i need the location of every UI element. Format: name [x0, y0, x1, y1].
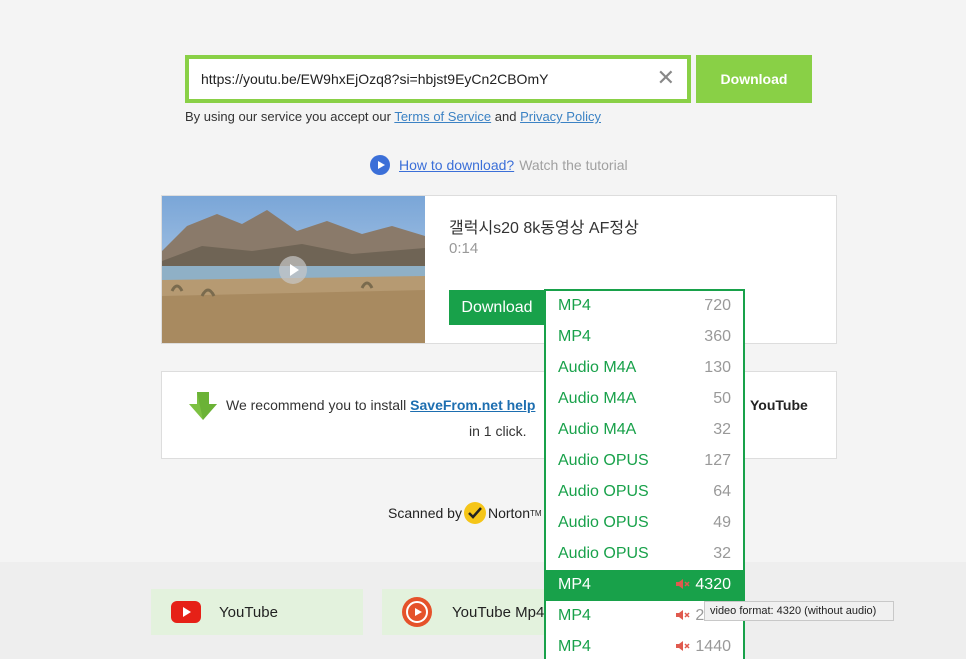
recommend-youtube-text: YouTube [750, 397, 808, 413]
format-option[interactable]: Audio OPUS 32 [546, 539, 743, 570]
format-name: Audio M4A [558, 390, 637, 407]
format-option[interactable]: Audio M4A 50 [546, 384, 743, 415]
format-quality: 4320 [675, 576, 731, 594]
youtube-tile-label: YouTube [219, 603, 278, 621]
format-quality-value: 50 [713, 390, 731, 407]
savefrom-helper-link[interactable]: SaveFrom.net help [410, 397, 535, 413]
download-arrow-icon [189, 392, 217, 420]
youtube-icon [171, 601, 201, 623]
format-name: Audio M4A [558, 421, 637, 438]
norton-badge: Scanned by Norton TM [388, 502, 542, 524]
top-download-button[interactable]: Download [696, 55, 812, 103]
format-quality-value: 49 [713, 514, 731, 531]
format-name: MP4 [558, 607, 591, 624]
format-quality: 360 [704, 328, 731, 346]
recommend-line: We recommend you to install SaveFrom.net… [226, 397, 535, 413]
watch-tutorial-text: Watch the tutorial [519, 157, 628, 173]
norton-brand: Norton [487, 505, 530, 521]
format-option[interactable]: MP4 1440 [546, 632, 743, 659]
how-to-download: How to download? Watch the tutorial [370, 155, 628, 175]
format-option[interactable]: Audio OPUS 64 [546, 477, 743, 508]
play-icon[interactable] [370, 155, 390, 175]
video-title: 갤럭시s20 8k동영상 AF정상 [449, 220, 639, 237]
terms-of-service-link[interactable]: Terms of Service [394, 109, 491, 124]
format-name: Audio OPUS [558, 452, 649, 469]
format-quality-value: 32 [713, 545, 731, 562]
muted-speaker-icon [676, 641, 690, 651]
format-quality: 50 [713, 390, 731, 408]
format-option[interactable]: MP4 360 [546, 322, 743, 353]
format-name: MP4 [558, 638, 591, 655]
format-option[interactable]: Audio M4A 130 [546, 353, 743, 384]
format-quality-value: 64 [713, 483, 731, 500]
format-option[interactable]: Audio OPUS 127 [546, 446, 743, 477]
format-tooltip: video format: 4320 (without audio) [704, 601, 894, 621]
muted-speaker-icon [676, 579, 690, 589]
format-name: MP4 [558, 297, 591, 314]
clear-icon[interactable]: ✕ [657, 67, 675, 89]
norton-check-icon [463, 502, 486, 524]
recommend-prefix: We recommend you to install [226, 397, 411, 413]
url-input-box[interactable]: ✕ [185, 55, 691, 103]
terms-prefix: By using our service you accept our [185, 109, 395, 124]
format-option[interactable]: MP4 4320 [546, 570, 743, 601]
format-quality-value: 720 [704, 297, 731, 314]
format-quality: 130 [704, 359, 731, 377]
video-duration: 0:14 [449, 240, 479, 257]
privacy-policy-link[interactable]: Privacy Policy [520, 109, 601, 124]
format-name: Audio M4A [558, 359, 637, 376]
norton-tm: TM [529, 508, 542, 518]
url-input[interactable] [201, 69, 641, 89]
format-option[interactable]: Audio OPUS 49 [546, 508, 743, 539]
format-quality: 64 [713, 483, 731, 501]
format-quality-value: 360 [704, 328, 731, 345]
format-quality-value: 32 [713, 421, 731, 438]
thumbnail-play-icon[interactable] [279, 256, 307, 284]
format-quality: 32 [713, 545, 731, 563]
youtube-mp4-tile-label: YouTube Mp4 [452, 603, 545, 621]
video-thumbnail[interactable] [162, 196, 425, 343]
format-quality-value: 1440 [695, 638, 731, 655]
format-quality-value: 4320 [695, 576, 731, 593]
format-name: MP4 [558, 576, 591, 593]
format-name: Audio OPUS [558, 514, 649, 531]
format-name: MP4 [558, 328, 591, 345]
format-quality-value: 130 [704, 359, 731, 376]
format-quality: 49 [713, 514, 731, 532]
format-quality: 127 [704, 452, 731, 470]
format-quality: 720 [704, 297, 731, 315]
format-quality: 32 [713, 421, 731, 439]
format-name: Audio OPUS [558, 545, 649, 562]
format-quality: 1440 [675, 638, 731, 656]
how-to-download-link[interactable]: How to download? [399, 157, 514, 173]
youtube-mp4-icon [402, 597, 432, 627]
format-option[interactable]: MP4 720 [546, 291, 743, 322]
scanned-by-text: Scanned by [388, 505, 462, 521]
muted-speaker-icon [676, 610, 690, 620]
format-name: Audio OPUS [558, 483, 649, 500]
video-download-button[interactable]: Download [449, 290, 545, 325]
terms-and: and [491, 109, 521, 124]
youtube-tile[interactable]: YouTube [151, 589, 363, 635]
format-quality-value: 127 [704, 452, 731, 469]
recommend-line2: in 1 click. [469, 423, 527, 439]
terms-text: By using our service you accept our Term… [185, 109, 601, 124]
format-option[interactable]: Audio M4A 32 [546, 415, 743, 446]
